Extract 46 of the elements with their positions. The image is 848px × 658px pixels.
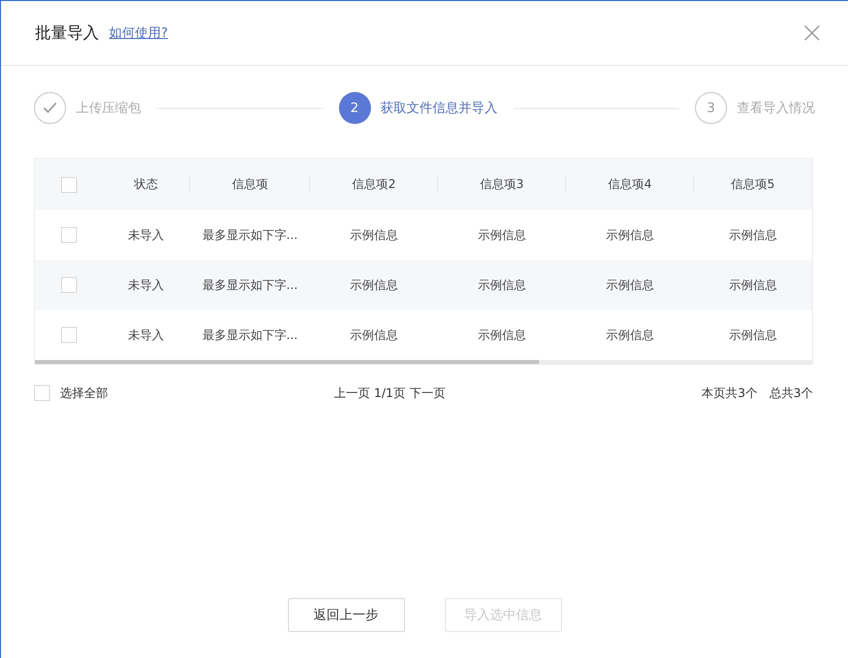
table-cell: 未导入 [128,226,164,244]
table-cell: 最多显示如下字... [202,276,298,294]
column-header: 信息项4 [608,176,652,193]
checkbox[interactable] [60,327,76,343]
page-count: 本页共3个 [702,384,758,402]
table-cell: 示例信息 [350,326,398,344]
checkbox[interactable] [60,277,76,293]
column-header: 状态 [134,176,158,193]
next-page-link[interactable]: 下一页 [409,384,446,402]
checkbox[interactable] [60,227,76,243]
table-cell: 示例信息 [350,276,398,294]
table-cell: 示例信息 [606,276,654,294]
table-cell: 示例信息 [606,226,654,244]
table-cell: 示例信息 [729,326,777,344]
column-header: 信息项5 [731,176,775,193]
close-icon[interactable] [804,25,820,41]
step-label: 获取文件信息并导入 [380,100,498,117]
table-cell: 示例信息 [350,226,398,244]
table-cell: 未导入 [128,326,164,344]
step-circle: 2 [338,92,370,124]
table-cell: 示例信息 [729,226,777,244]
step-circle: 3 [695,92,727,124]
column-header: 信息项3 [480,176,524,193]
table-cell: 未导入 [128,276,164,294]
table-cell: 示例信息 [478,226,526,244]
table-cell: 示例信息 [478,276,526,294]
step-label: 查看导入情况 [737,100,815,117]
checkbox[interactable] [34,385,50,401]
column-header: 信息项 [232,176,268,193]
table-cell: 最多显示如下字... [202,326,298,344]
help-link[interactable]: 如何使用? [109,24,168,42]
column-header: 信息项2 [352,176,396,193]
table-cell: 示例信息 [478,326,526,344]
step-label: 上传压缩包 [76,100,141,117]
total-count: 总共3个 [769,384,813,402]
checkbox[interactable] [60,176,76,192]
table-cell: 示例信息 [729,276,777,294]
prev-page-link[interactable]: 上一页 [334,384,370,402]
table-cell: 示例信息 [606,326,654,344]
page-indicator: 1/1页 [374,384,406,402]
scrollbar[interactable] [35,360,812,364]
table-cell: 最多显示如下字... [202,226,298,244]
button[interactable]: 返回上一步 [288,598,404,632]
select-all-label: 选择全部 [60,384,108,402]
dialog-title: 批量导入 [35,22,99,44]
scroll-thumb[interactable] [35,360,539,364]
